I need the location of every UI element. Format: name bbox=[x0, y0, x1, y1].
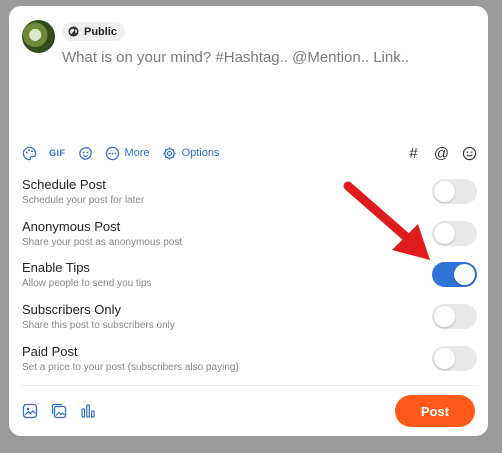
toggle-knob bbox=[434, 348, 455, 369]
image-upload-icon[interactable] bbox=[22, 403, 38, 419]
more-label: More bbox=[124, 147, 150, 159]
privacy-label: Public bbox=[84, 25, 118, 38]
toggle-knob bbox=[434, 306, 455, 327]
red-arrow-annotation bbox=[343, 181, 430, 260]
option-title: Schedule Post bbox=[22, 177, 106, 192]
attachment-tools bbox=[22, 403, 96, 419]
more-button[interactable]: More bbox=[105, 146, 150, 161]
palette-button[interactable] bbox=[22, 146, 37, 161]
sticker-icon bbox=[78, 146, 92, 160]
mention-icon[interactable]: @ bbox=[434, 145, 449, 162]
composer-quick-tools: # @ bbox=[406, 145, 477, 162]
post-button[interactable]: Post bbox=[395, 395, 475, 427]
paid-post-toggle[interactable] bbox=[432, 346, 477, 371]
hashtag-icon[interactable]: # bbox=[406, 145, 421, 162]
option-title: Paid Post bbox=[22, 344, 78, 359]
gif-label: GIF bbox=[49, 148, 66, 158]
globe-icon bbox=[68, 26, 79, 37]
option-paid-post: Paid Post Set a price to your post (subs… bbox=[22, 344, 477, 378]
options-button[interactable]: Options bbox=[162, 146, 220, 161]
options-label: Options bbox=[181, 147, 220, 159]
media-gallery-icon[interactable] bbox=[51, 403, 67, 419]
privacy-selector[interactable]: Public bbox=[62, 22, 126, 41]
footer-divider bbox=[22, 385, 477, 386]
option-description: Set a price to your post (subscribers al… bbox=[22, 362, 239, 373]
smiley-icon bbox=[462, 146, 477, 160]
subscribers-only-toggle[interactable] bbox=[432, 304, 477, 329]
more-icon bbox=[105, 146, 119, 160]
option-description: Share your post as anonymous post bbox=[22, 237, 183, 248]
gear-icon bbox=[162, 146, 176, 160]
poll-icon[interactable] bbox=[80, 403, 96, 419]
emoji-icon[interactable] bbox=[462, 146, 477, 161]
option-subscribers-only: Subscribers Only Share this post to subs… bbox=[22, 302, 477, 336]
option-description: Share this post to subscribers only bbox=[22, 320, 175, 331]
gif-button[interactable]: GIF bbox=[49, 148, 66, 158]
option-title: Anonymous Post bbox=[22, 219, 121, 234]
option-description: Allow people to send you tips bbox=[22, 278, 152, 289]
post-text-input[interactable]: What is on your mind? #Hashtag.. @Mentio… bbox=[62, 49, 462, 66]
option-description: Schedule your post for later bbox=[22, 195, 145, 206]
option-title: Enable Tips bbox=[22, 260, 90, 275]
sticker-button[interactable] bbox=[78, 146, 93, 161]
palette-icon bbox=[22, 146, 37, 160]
avatar[interactable] bbox=[22, 20, 55, 53]
option-title: Subscribers Only bbox=[22, 302, 121, 317]
composer-toolbar: GIF More Options # @ bbox=[22, 144, 477, 162]
